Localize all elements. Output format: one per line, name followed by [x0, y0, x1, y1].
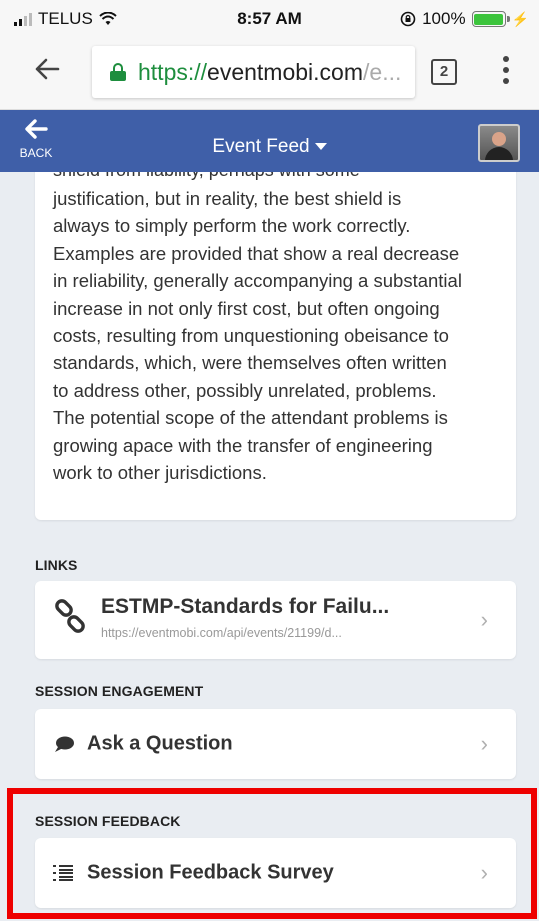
browser-back-button[interactable]	[34, 55, 60, 89]
description-line: growing apace with the transfer of engin…	[53, 434, 433, 456]
chevron-right-icon: ›	[480, 731, 488, 756]
speech-bubble-icon	[55, 736, 74, 752]
link-icon	[55, 599, 85, 633]
feedback-survey-label: Session Feedback Survey	[87, 861, 334, 884]
avatar[interactable]	[478, 124, 520, 162]
description-line: standards, which, were themselves often …	[53, 352, 447, 374]
charging-icon: ⚡	[511, 10, 529, 27]
arrow-left-icon	[35, 58, 60, 80]
tab-switcher-button[interactable]: 2	[431, 59, 457, 85]
url-scheme: https://	[138, 58, 208, 85]
link-url: https://eventmobi.com/api/events/21199/d…	[101, 626, 342, 640]
links-section-title: LINKS	[35, 557, 78, 573]
link-item[interactable]: ESTMP-Standards for Failu... https://eve…	[35, 581, 516, 659]
list-icon	[53, 865, 73, 881]
link-title: ESTMP-Standards for Failu...	[101, 595, 390, 618]
browser-toolbar: https://eventmobi.com/e... 2	[0, 38, 539, 110]
status-bar: TELUS 8:57 AM 100% ⚡	[0, 0, 539, 38]
lock-icon	[110, 63, 126, 81]
rotation-lock-icon	[400, 11, 416, 27]
feedback-survey-item[interactable]: Session Feedback Survey ›	[35, 838, 516, 908]
description-line: always to simply perform the work correc…	[53, 215, 411, 237]
description-partial-line: shield from liability, perhaps with some	[53, 172, 360, 181]
description-line: costs, resulting from unquestioning obei…	[53, 325, 449, 347]
feedback-section-title: SESSION FEEDBACK	[35, 813, 181, 829]
url-host: eventmobi.com	[207, 58, 364, 85]
description-line: work to other jurisdictions.	[53, 462, 267, 484]
url-tail: /e...	[363, 58, 402, 85]
chevron-right-icon: ›	[480, 607, 488, 632]
description-line: to address other, possibly unrelated, pr…	[53, 379, 437, 401]
description-line: The potential scope of the attendant pro…	[53, 407, 448, 429]
browser-menu-button[interactable]	[503, 56, 509, 89]
address-bar[interactable]: https://eventmobi.com/e...	[92, 46, 415, 98]
page-title-dropdown[interactable]: Event Feed	[0, 136, 539, 158]
description-line: Examples are provided that show a real d…	[53, 242, 460, 264]
battery-icon	[471, 11, 510, 27]
chevron-right-icon: ›	[480, 860, 488, 885]
description-line: increase in not only first cost, but oft…	[53, 297, 440, 319]
app-header: BACK Event Feed	[0, 110, 539, 172]
ask-question-item[interactable]: Ask a Question ›	[35, 709, 516, 779]
caret-down-icon	[314, 143, 327, 151]
description-line: justification, but in reality, the best …	[53, 188, 402, 209]
page-title: Event Feed	[212, 136, 310, 157]
session-content[interactable]: shield from liability, perhaps with some…	[0, 172, 539, 921]
engagement-section-title: SESSION ENGAGEMENT	[35, 683, 204, 699]
description-card: shield from liability, perhaps with some…	[35, 172, 516, 520]
ask-question-label: Ask a Question	[87, 732, 233, 755]
status-right: 100% ⚡	[400, 9, 529, 29]
description-text: justification, but in reality, the best …	[53, 185, 523, 486]
battery-percent: 100%	[422, 9, 466, 28]
description-line: in reliability, generally accompanying a…	[53, 270, 462, 292]
